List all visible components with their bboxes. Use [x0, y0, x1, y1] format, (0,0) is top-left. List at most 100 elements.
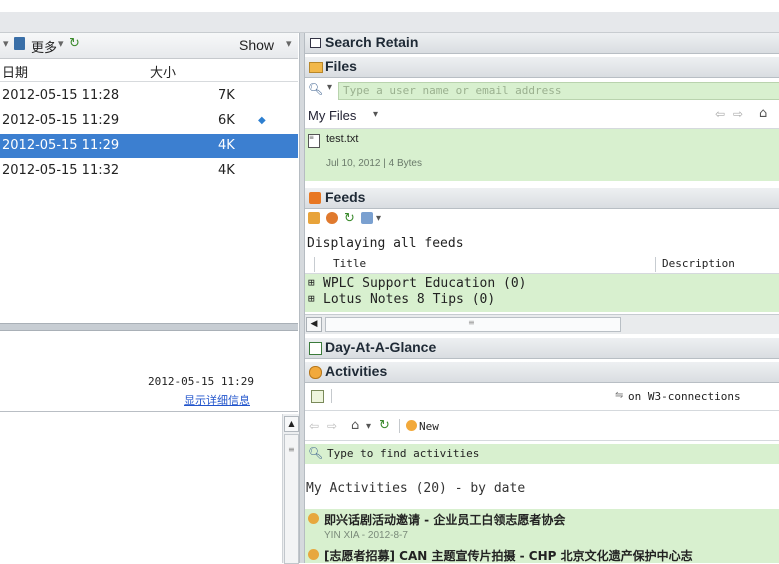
files-search-input[interactable]: Type a user name or email address	[338, 82, 779, 100]
column-description[interactable]: Description	[662, 257, 735, 270]
refresh-icon[interactable]: ↻	[379, 418, 390, 433]
feed-settings-icon[interactable]	[326, 212, 338, 224]
expand-icon[interactable]: ⊞	[308, 292, 315, 305]
more-button[interactable]: 更多	[31, 37, 57, 56]
activities-icon	[309, 366, 322, 379]
list-header: 日期 大小	[0, 59, 298, 82]
window-icon	[310, 38, 321, 48]
new-button[interactable]: New	[419, 420, 439, 433]
files-search-row: 🔍︎ ▾ Type a user name or email address	[305, 79, 779, 101]
section-title: Day-At-A-Glance	[325, 339, 437, 355]
search-retain-header[interactable]: Search Retain	[305, 33, 779, 54]
feeds-toolbar: ↻ ▾	[305, 209, 779, 231]
column-date[interactable]: 日期	[2, 62, 28, 81]
activities-search-input[interactable]: Type to find activities	[327, 447, 479, 460]
file-meta: Jul 10, 2012 | 4 Bytes	[326, 158, 422, 169]
column-divider	[655, 257, 656, 272]
activities-list: 即兴话剧活动邀请 - 企业员工白领志愿者协会 YIN XIA - 2012-8-…	[305, 509, 779, 563]
back-icon[interactable]: ⇦	[715, 107, 725, 121]
list-row-selected[interactable]: 2012-05-15 11:29 4K	[0, 134, 298, 158]
row-date: 2012-05-15 11:32	[2, 163, 120, 178]
feeds-table-header: Title Description	[305, 256, 779, 274]
calendar-icon	[309, 342, 322, 355]
my-files-label[interactable]: My Files	[308, 108, 356, 123]
row-size: 7K	[218, 88, 235, 103]
folder-icon	[309, 62, 323, 73]
refresh-icon[interactable]: ↻	[69, 37, 83, 51]
title-bar	[0, 12, 779, 33]
feeds-status: Displaying all feeds	[307, 236, 464, 251]
files-header[interactable]: Files	[305, 57, 779, 78]
forward-icon[interactable]: ⇨	[733, 107, 743, 121]
day-at-a-glance-header[interactable]: Day-At-A-Glance	[305, 338, 779, 359]
separator	[331, 389, 332, 403]
activity-title[interactable]: [志愿者招募] CAN 主题宣传片拍摄 - CHP 北京文化遗产保护中心志	[324, 547, 693, 564]
row-date: 2012-05-15 11:29	[2, 138, 120, 153]
grip-icon: ≡	[288, 445, 295, 454]
detail-timestamp: 2012-05-15 11:29	[148, 375, 254, 388]
separator	[399, 419, 400, 433]
feeds-header[interactable]: Feeds	[305, 188, 779, 209]
grip-icon: ≡	[468, 318, 475, 327]
section-title: Activities	[325, 363, 388, 379]
search-dropdown-icon[interactable]: ▾	[327, 82, 332, 93]
home-icon[interactable]: ⌂	[351, 418, 359, 433]
feed-item[interactable]: WPLC Support Education (0)	[323, 276, 527, 291]
scroll-left-button[interactable]: ◀	[306, 317, 322, 332]
search-placeholder: Type a user name or email address	[343, 84, 562, 97]
activity-title[interactable]: 即兴话剧活动邀请 - 企业员工白领志愿者协会	[324, 511, 565, 528]
scroll-thumb[interactable]: ≡	[284, 434, 299, 564]
activity-icon	[308, 549, 319, 560]
column-size[interactable]: 大小	[150, 62, 176, 81]
forward-icon[interactable]: ⇨	[327, 419, 337, 433]
file-item[interactable]: ≡ test.txt Jul 10, 2012 | 4 Bytes	[305, 129, 779, 181]
horizontal-scrollbar[interactable]: ◀ ≡	[305, 314, 779, 334]
list-row[interactable]: 2012-05-15 11:32 4K	[0, 160, 298, 182]
view-options-icon[interactable]	[361, 212, 373, 224]
text-file-icon: ≡	[308, 134, 320, 148]
section-title: Search Retain	[325, 34, 419, 50]
scroll-up-button[interactable]: ▲	[284, 416, 299, 432]
more-dropdown-icon[interactable]: ▾	[58, 37, 64, 50]
new-activity-icon[interactable]	[311, 390, 324, 403]
divider	[0, 411, 298, 412]
back-icon[interactable]: ⇦	[309, 419, 319, 433]
connection-label: on W3-connections	[628, 390, 741, 403]
trash-icon[interactable]	[14, 37, 25, 50]
refresh-feeds-icon[interactable]: ↻	[344, 211, 355, 226]
section-title: Files	[325, 58, 357, 74]
new-icon[interactable]	[406, 420, 417, 431]
activities-toolbar: ⇋ on W3-connections	[305, 384, 779, 411]
replied-icon: ◆	[258, 115, 266, 126]
pane-splitter[interactable]	[0, 323, 298, 331]
search-icon[interactable]: 🔍︎	[308, 446, 323, 460]
row-size: 6K	[218, 113, 235, 128]
file-name[interactable]: test.txt	[326, 133, 358, 145]
my-files-dropdown-icon[interactable]: ▾	[373, 109, 378, 120]
expand-icon[interactable]: ⊞	[308, 276, 315, 289]
activities-search[interactable]: 🔍︎ Type to find activities	[305, 444, 779, 464]
column-divider	[314, 257, 315, 272]
show-dropdown-icon[interactable]: ▾	[286, 37, 292, 50]
column-title[interactable]: Title	[333, 257, 366, 270]
feed-item[interactable]: Lotus Notes 8 Tips (0)	[323, 292, 495, 307]
activities-header[interactable]: Activities	[305, 362, 779, 383]
list-row[interactable]: 2012-05-15 11:28 7K	[0, 85, 298, 107]
rss-icon	[309, 192, 321, 204]
view-dropdown-icon[interactable]: ▾	[376, 213, 381, 224]
show-details-link[interactable]: 显示详细信息	[184, 392, 250, 408]
dropdown-arrow-icon[interactable]: ▾	[3, 37, 9, 50]
connection-icon: ⇋	[615, 390, 624, 401]
scrollbar[interactable]: ▲ ≡	[282, 414, 299, 564]
show-button[interactable]: Show	[239, 37, 274, 53]
home-icon[interactable]: ⌂	[759, 106, 767, 121]
row-date: 2012-05-15 11:29	[2, 113, 120, 128]
add-feed-icon[interactable]	[308, 212, 320, 224]
activity-icon	[308, 513, 319, 524]
search-icon[interactable]: 🔍︎	[308, 82, 323, 96]
scroll-thumb[interactable]: ≡	[325, 317, 621, 332]
section-title: Feeds	[325, 189, 366, 205]
home-dropdown-icon[interactable]: ▾	[366, 421, 371, 432]
list-row[interactable]: 2012-05-15 11:29 6K ◆	[0, 110, 298, 132]
row-size: 4K	[218, 163, 235, 178]
